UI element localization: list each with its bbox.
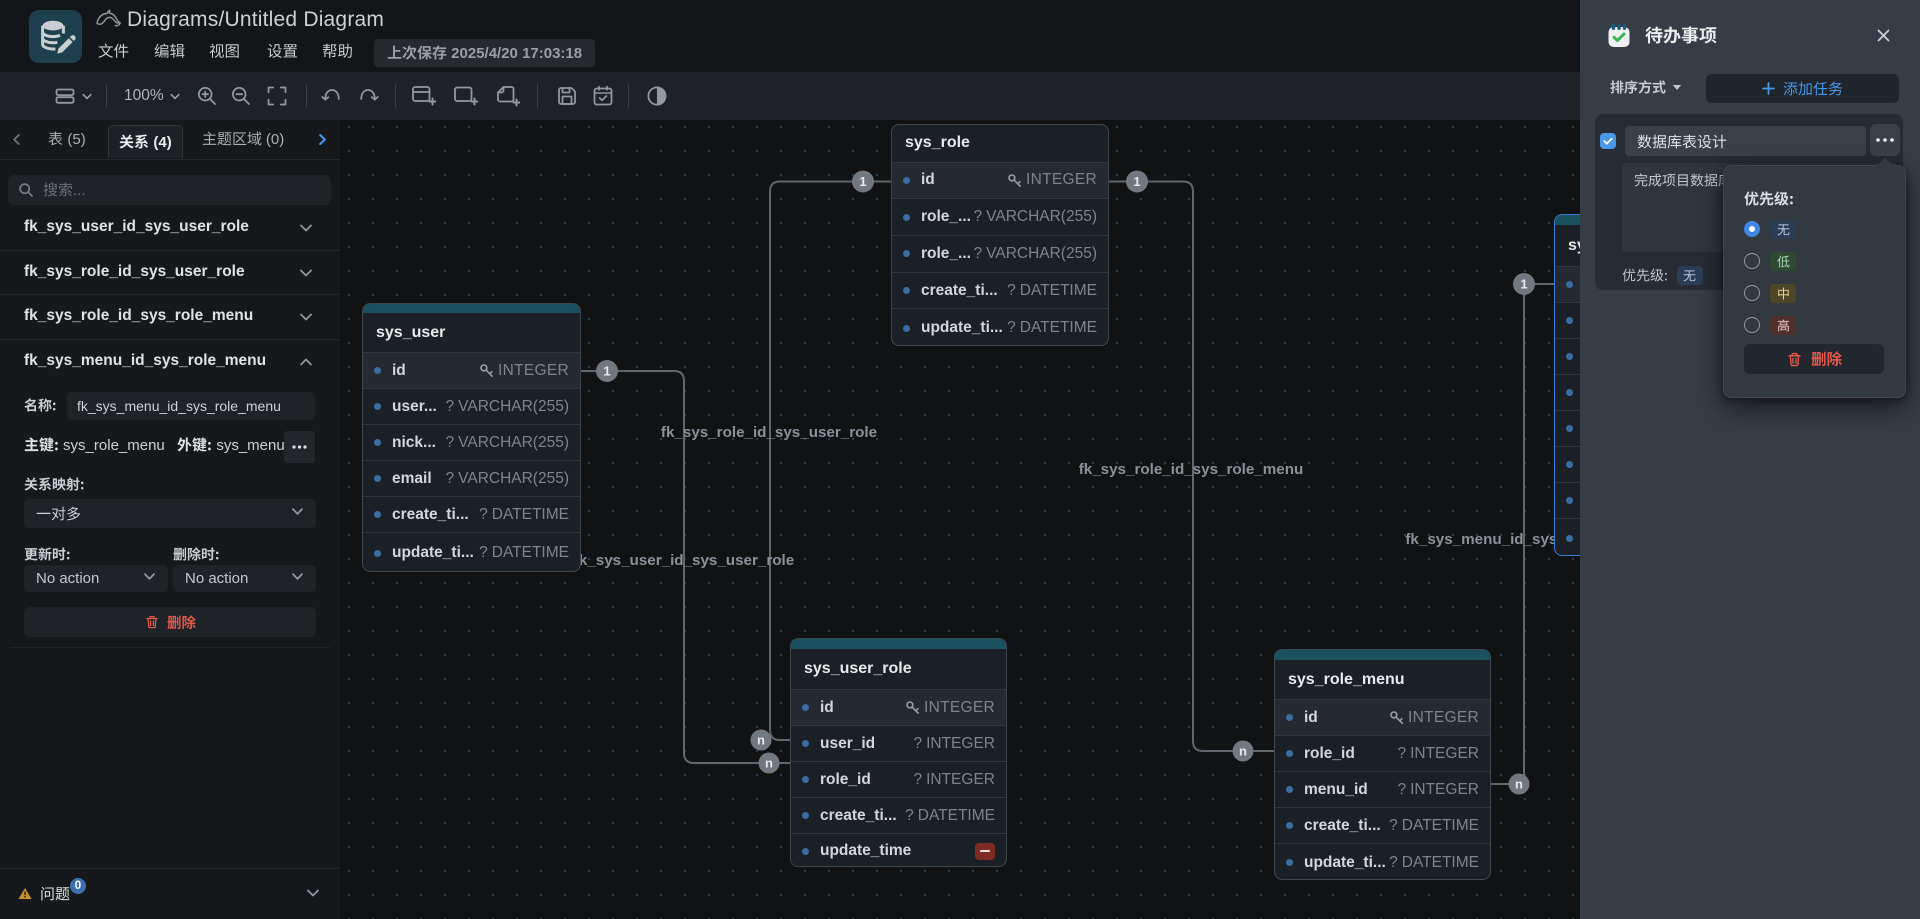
svg-text:n: n [757, 733, 765, 748]
svg-text:1: 1 [1133, 174, 1140, 189]
svg-text:n: n [1515, 777, 1523, 792]
svg-text:1: 1 [1520, 277, 1527, 292]
svg-text:n: n [1239, 744, 1247, 759]
svg-text:1: 1 [603, 364, 610, 379]
svg-text:n: n [765, 756, 773, 771]
svg-text:fk_sys_role_id_sys_user_role: fk_sys_role_id_sys_user_role [661, 424, 877, 441]
svg-text:fk_sys_user_id_sys_user_role: fk_sys_user_id_sys_user_role [574, 552, 794, 569]
svg-text:1: 1 [859, 174, 866, 189]
svg-text:fk_sys_role_id_sys_role_menu: fk_sys_role_id_sys_role_menu [1079, 461, 1304, 478]
